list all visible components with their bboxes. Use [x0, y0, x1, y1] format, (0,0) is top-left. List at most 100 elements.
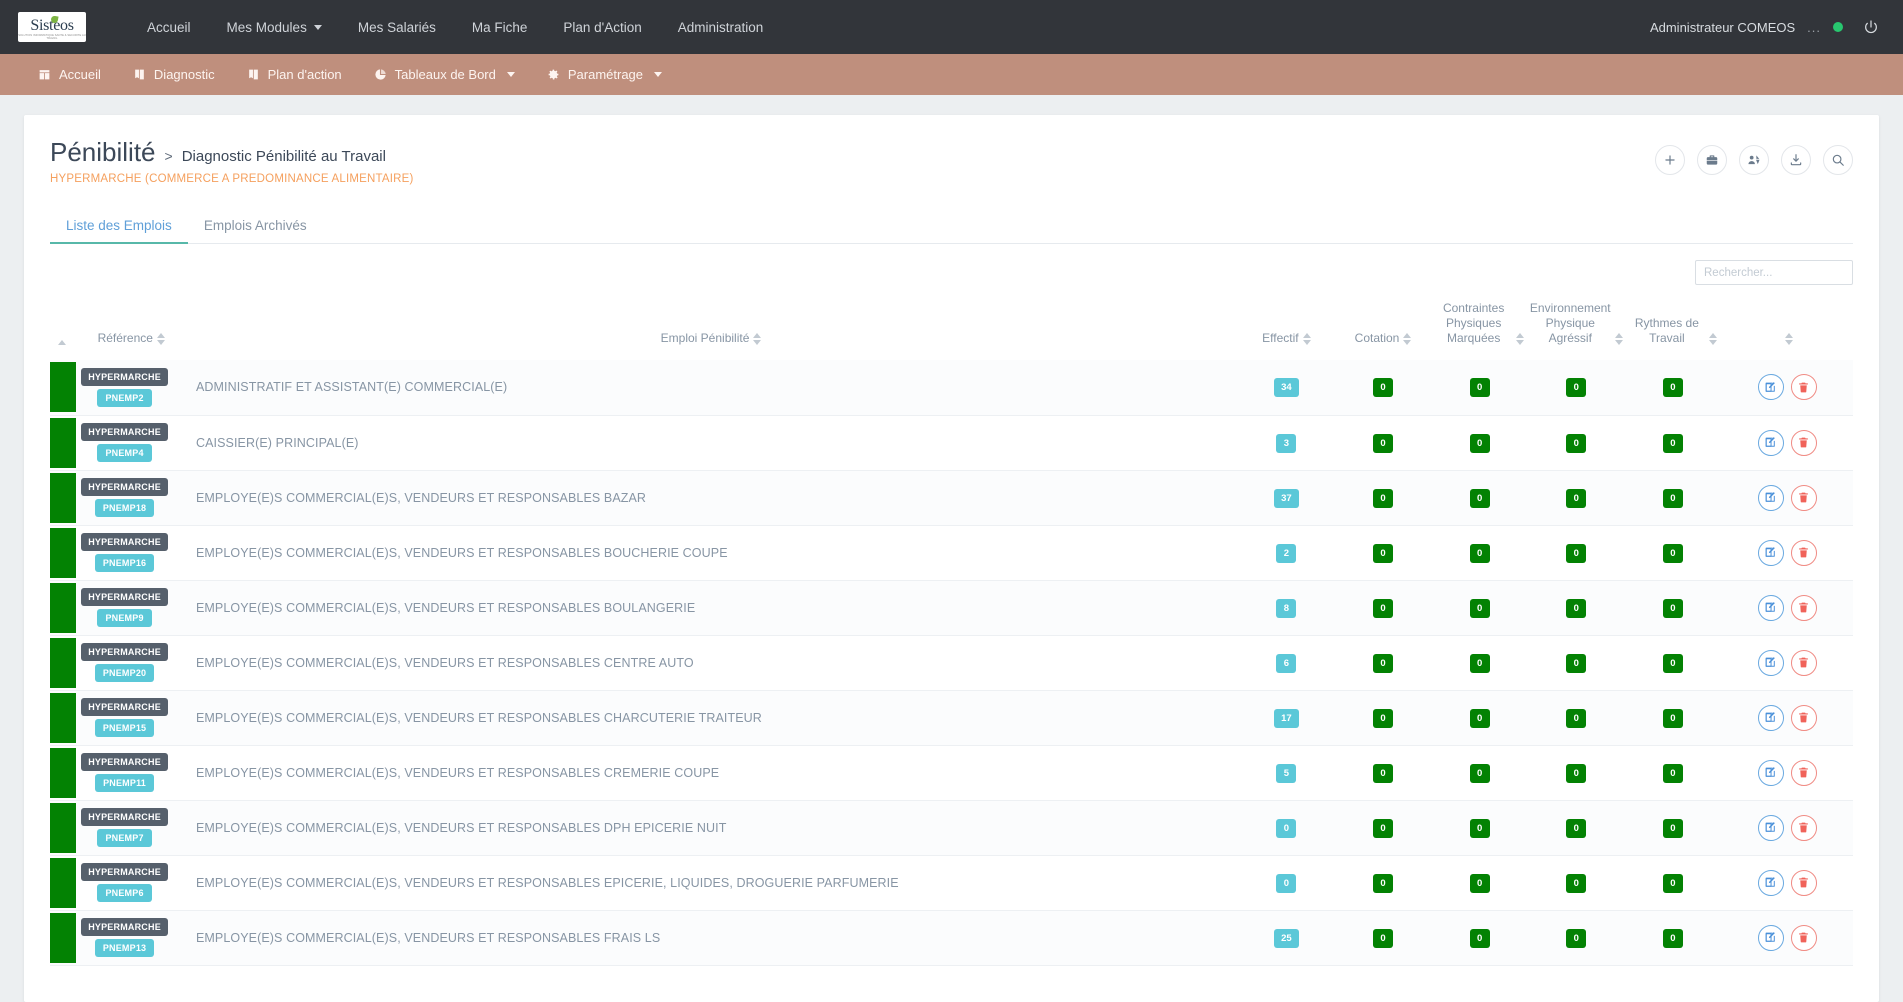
- column-header-reference[interactable]: Référence: [79, 293, 184, 360]
- row-rythmes-cell: 0: [1625, 745, 1722, 800]
- column-header-environnement[interactable]: Environnement Physique Agréssif: [1528, 293, 1625, 360]
- topnav-item-ma-fiche[interactable]: Ma Fiche: [456, 12, 544, 43]
- subnav-item-plan-d-action[interactable]: Plan d'action: [231, 54, 358, 95]
- row-emploi-cell: EMPLOYE(E)S COMMERCIAL(E)S, VENDEURS ET …: [195, 930, 661, 945]
- reference-badge: PNEMP6: [97, 884, 152, 902]
- sort-arrows-icon[interactable]: [1515, 333, 1524, 345]
- sort-arrows-icon[interactable]: [753, 333, 762, 345]
- search-button[interactable]: [1823, 145, 1853, 175]
- app-logo[interactable]: Sisteos SOLUTION INFORMATIQUE SANTE & SE…: [18, 12, 86, 42]
- row-rythmes-cell: 0: [1625, 910, 1722, 965]
- user-menu-ellipsis[interactable]: ...: [1807, 20, 1821, 35]
- row-emploi-cell: EMPLOYE(E)S COMMERCIAL(E)S, VENDEURS ET …: [184, 965, 1238, 968]
- sort-arrows-icon[interactable]: [156, 333, 165, 345]
- table-row[interactable]: HYPERMARCHE PNEMP18 EMPLOYE(E)S COMMERCIAL…: [50, 470, 1853, 525]
- row-environnement-value: 0: [1566, 928, 1587, 948]
- delete-row-button[interactable]: [1790, 374, 1817, 401]
- page-subtitle: HYPERMARCHE (COMMERCE A PREDOMINANCE ALI…: [50, 173, 414, 185]
- table-row[interactable]: HYPERMARCHE PNEMP11 EMPLOYE(E)S COMMERCIAL…: [50, 745, 1853, 800]
- delete-row-button[interactable]: [1790, 869, 1817, 896]
- table-row[interactable]: HYPERMARCHE PNEMP9 EMPLOYE(E)S COMMERCIAL(…: [50, 580, 1853, 635]
- column-header-status[interactable]: [50, 293, 79, 360]
- briefcase-button[interactable]: [1697, 145, 1727, 175]
- row-cotation-value: 0: [1373, 543, 1394, 563]
- row-contraintes-value: 0: [1469, 488, 1490, 508]
- column-header-rythmes[interactable]: Rythmes de Travail: [1625, 293, 1722, 360]
- column-header-actions[interactable]: [1721, 293, 1853, 360]
- subnav-item-diagnostic[interactable]: Diagnostic: [117, 54, 231, 95]
- table-row[interactable]: HYPERMARCHE PNEMP16 EMPLOYE(E)S COMMERCIAL…: [50, 525, 1853, 580]
- logout-power-icon[interactable]: [1863, 19, 1879, 35]
- row-effectif-cell: 5: [1238, 745, 1335, 800]
- site-badge: HYPERMARCHE: [81, 478, 168, 496]
- topnav-item-accueil[interactable]: Accueil: [131, 12, 207, 43]
- table-row[interactable]: HYPERMARCHE PNEMP7 EMPLOYE(E)S COMMERCIAL(…: [50, 800, 1853, 855]
- edit-row-button[interactable]: [1757, 594, 1784, 621]
- sort-arrows-icon[interactable]: [1709, 333, 1718, 345]
- edit-row-button[interactable]: [1757, 649, 1784, 676]
- sort-arrows-icon[interactable]: [1302, 333, 1311, 345]
- row-cotation-cell: 0: [1335, 415, 1432, 470]
- table-row[interactable]: HYPERMARCHE PNEMP15 EMPLOYE(E)S COMMERCIAL…: [50, 690, 1853, 745]
- delete-row-button[interactable]: [1790, 704, 1817, 731]
- table-row[interactable]: HYPERMARCHE PNEMP20 EMPLOYE(E)S COMMERCIAL…: [50, 635, 1853, 690]
- user-area: Administrateur COMEOS ...: [1650, 19, 1885, 35]
- row-reference-cell: HYPERMARCHE PNEMP9: [79, 580, 184, 635]
- site-badge: HYPERMARCHE: [81, 808, 168, 826]
- reference-badge: PNEMP9: [97, 609, 152, 627]
- column-header-contraintes[interactable]: Contraintes Physiques Marquées: [1431, 293, 1528, 360]
- delete-row-button[interactable]: [1790, 814, 1817, 841]
- row-environnement-value: 0: [1566, 763, 1587, 783]
- edit-row-button[interactable]: [1757, 374, 1784, 401]
- table-row[interactable]: HYPERMARCHE PNEMP13 EMPLOYE(E)S COMMERCIAL…: [50, 910, 1853, 965]
- sort-arrows-icon[interactable]: [1614, 333, 1623, 345]
- search-input[interactable]: [1695, 260, 1853, 285]
- edit-row-button[interactable]: [1757, 814, 1784, 841]
- row-cotation-value: 0: [1373, 598, 1394, 618]
- sort-arrows-icon[interactable]: [1785, 333, 1794, 345]
- row-actions-cell: [1721, 800, 1853, 855]
- row-status-cell: [50, 690, 79, 745]
- table-row[interactable]: HYPERMARCHE PNEMP6 EMPLOYE(E)S COMMERCIAL(…: [50, 855, 1853, 910]
- delete-row-button[interactable]: [1790, 924, 1817, 951]
- sort-arrows-icon[interactable]: [58, 340, 67, 345]
- delete-row-button[interactable]: [1790, 594, 1817, 621]
- table-row[interactable]: HYPERMARCHE PNEMP4 CAISSIER(E) PRINCIPAL(E…: [50, 415, 1853, 470]
- column-header-effectif[interactable]: Effectif: [1238, 293, 1335, 360]
- delete-row-button[interactable]: [1790, 759, 1817, 786]
- row-reference-cell: HYPERMARCHE PNEMP4: [79, 415, 184, 470]
- delete-row-button[interactable]: [1790, 539, 1817, 566]
- delete-row-button[interactable]: [1790, 649, 1817, 676]
- subnav-item-param-trage[interactable]: Paramétrage: [531, 54, 678, 95]
- subnav-item-accueil[interactable]: Accueil: [22, 54, 117, 95]
- edit-row-button[interactable]: [1757, 484, 1784, 511]
- edit-row-button[interactable]: [1757, 539, 1784, 566]
- edit-row-button[interactable]: [1757, 759, 1784, 786]
- topnav-item-administration[interactable]: Administration: [662, 12, 780, 43]
- row-reference-cell: HYPERMARCHE PNEMP15: [79, 690, 184, 745]
- delete-row-button[interactable]: [1790, 429, 1817, 456]
- subnav-item-label: Paramétrage: [567, 67, 644, 82]
- column-header-emploi[interactable]: Emploi Pénibilité: [184, 293, 1238, 360]
- edit-row-button[interactable]: [1757, 704, 1784, 731]
- edit-row-button[interactable]: [1757, 869, 1784, 896]
- table-scroll-area[interactable]: Référence Emploi Pénibilité Effectif Cotati…: [50, 293, 1853, 968]
- topnav-item-mes-salari-s[interactable]: Mes Salariés: [342, 12, 452, 43]
- table-row[interactable]: HYPERMARCHEPNEMP31EMPLOYE(E)S COMMERCIAL…: [50, 965, 1853, 968]
- tab-liste-des-emplois[interactable]: Liste des Emplois: [50, 211, 188, 244]
- column-header-cotation[interactable]: Cotation: [1335, 293, 1432, 360]
- download-button[interactable]: [1781, 145, 1811, 175]
- tab-emplois-archiv-s[interactable]: Emplois Archivés: [188, 211, 323, 244]
- sort-arrows-icon[interactable]: [1403, 333, 1412, 345]
- topnav-item-mes-modules[interactable]: Mes Modules: [211, 12, 338, 43]
- edit-row-button[interactable]: [1757, 924, 1784, 951]
- edit-row-button[interactable]: [1757, 429, 1784, 456]
- row-contraintes-value: 0: [1469, 543, 1490, 563]
- topnav-item-plan-d-action[interactable]: Plan d'Action: [547, 12, 657, 43]
- table-row[interactable]: HYPERMARCHE PNEMP2 ADMINISTRATIF ET ASSIST…: [50, 360, 1853, 415]
- topnav-item-label: Accueil: [147, 19, 191, 35]
- add-button[interactable]: [1655, 145, 1685, 175]
- delete-row-button[interactable]: [1790, 484, 1817, 511]
- subnav-item-tableaux-de-bord[interactable]: Tableaux de Bord: [358, 54, 531, 95]
- compare-button[interactable]: [1739, 145, 1769, 175]
